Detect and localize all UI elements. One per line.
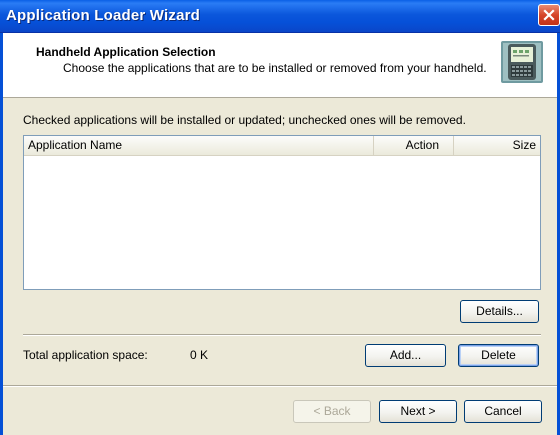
- cancel-button[interactable]: Cancel: [464, 400, 542, 423]
- header-title: Handheld Application Selection: [36, 45, 216, 59]
- handheld-device-icon: [501, 41, 543, 83]
- wizard-window: Application Loader Wizard Handheld Appli…: [0, 0, 560, 435]
- details-button[interactable]: Details...: [460, 300, 539, 323]
- header-subtitle: Choose the applications that are to be i…: [63, 61, 487, 75]
- close-button[interactable]: [538, 4, 560, 26]
- next-button[interactable]: Next >: [379, 400, 457, 423]
- window-frame-left: [0, 33, 3, 435]
- close-icon: [543, 9, 555, 21]
- column-action[interactable]: Action: [374, 136, 454, 155]
- title-bar[interactable]: Application Loader Wizard: [0, 0, 560, 33]
- column-size[interactable]: Size: [454, 136, 540, 155]
- back-button[interactable]: < Back: [293, 400, 371, 423]
- wizard-header: Handheld Application Selection Choose th…: [0, 33, 560, 98]
- footer-divider: [0, 385, 560, 387]
- window-title: Application Loader Wizard: [6, 7, 201, 24]
- total-space-label: Total application space:: [23, 348, 148, 362]
- delete-button[interactable]: Delete: [458, 344, 539, 367]
- section-divider: [23, 334, 541, 336]
- instruction-text: Checked applications will be installed o…: [23, 113, 466, 127]
- list-header: Application Name Action Size: [24, 136, 540, 156]
- column-application-name[interactable]: Application Name: [24, 136, 374, 155]
- application-list[interactable]: Application Name Action Size: [23, 135, 541, 290]
- total-space-value: 0 K: [190, 348, 209, 362]
- add-button[interactable]: Add...: [365, 344, 446, 367]
